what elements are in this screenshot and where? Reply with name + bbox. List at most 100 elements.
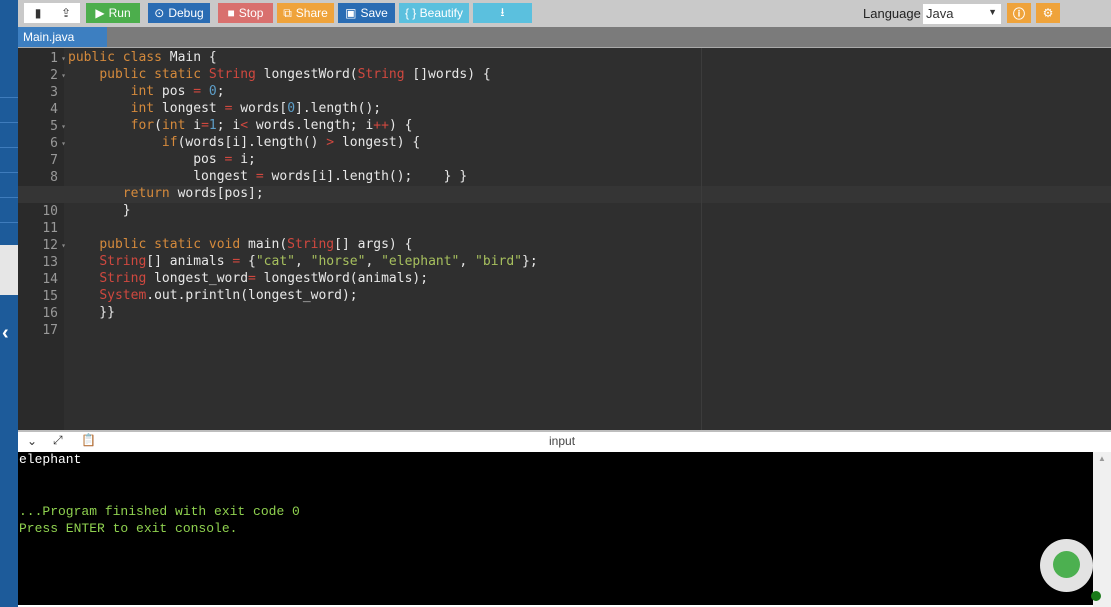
code-token-op: = [248,271,256,286]
line-number: 15 [42,289,58,304]
code-token-kw: if [161,135,178,150]
code-line[interactable]: return words[pos]; [68,186,264,203]
collapse-sidebar-chevron-icon[interactable]: ‹ [2,322,9,345]
code-line[interactable]: public static void main(String[] args) { [68,237,412,254]
settings-button[interactable]: ⚙ [1036,3,1060,23]
collapse-console-chevron-icon[interactable]: ⌄ [27,434,37,448]
code-token-pl: main( [240,237,288,252]
expand-icon[interactable]: ⤢ [53,433,63,448]
download-button[interactable]: ⭳ [473,3,532,23]
new-file-button[interactable]: ▮ [24,3,52,23]
share-button[interactable]: ⧉ Share [277,3,334,23]
line-number: 11 [42,221,58,236]
line-number: 8 [50,170,58,185]
code-token-kw: public static void [99,237,241,252]
download-icon: ⭳ [500,4,505,19]
code-token-op: = [193,84,202,99]
line-number: 12 ▾ [42,238,66,253]
code-line[interactable]: longest = words[i].length(); } } [68,169,467,186]
line-number: 16 [42,306,58,321]
code-token-pl: longest [154,101,225,116]
exit-status: ...Program finished with exit code 0 [19,504,300,519]
code-token-pl: i; [232,152,256,167]
code-token-kw: public class [68,50,170,65]
line-number: 14 [42,272,58,287]
code-token-num: 0 [287,101,296,116]
code-token-kw: for [130,118,155,133]
run-button[interactable]: ▶ Run [86,3,140,23]
code-line[interactable]: }} [68,305,115,322]
code-token-str: "horse" [310,254,366,269]
code-token-ty: String [357,67,405,82]
code-token-pl: Main { [169,50,217,65]
code-token-pl: [] animals [146,254,233,269]
stop-button[interactable]: ■ Stop [218,3,273,23]
fold-arrow-icon[interactable]: ▾ [61,118,66,135]
code-line[interactable]: System.out.println(longest_word); [68,288,357,305]
debug-icon: ⊙ [154,6,165,20]
share-icon: ⧉ [283,5,292,20]
code-token-pl: ; i [216,118,241,133]
code-token-pl: ( [154,118,162,133]
console-scrollbar[interactable]: ▲ [1093,452,1111,607]
input-label[interactable]: input [549,434,575,448]
info-button[interactable]: ⓘ [1007,3,1031,23]
tab-main-java[interactable]: Main.java [18,27,107,47]
fold-arrow-icon[interactable]: ▾ [61,135,66,152]
code-token-pl: ) { [388,118,413,133]
code-token-ty: String [208,67,256,82]
program-output: elephant [19,452,82,467]
beautify-button[interactable]: { } Beautify [399,3,469,23]
code-token-ty: String [99,254,147,269]
code-line[interactable]: public static String longestWord(String … [68,67,490,84]
line-number: 4 [50,102,58,117]
code-line[interactable]: String[] animals = {"cat", "horse", "ele… [68,254,537,271]
debug-button[interactable]: ⊙ Debug [148,3,210,23]
console-toolbar: ⌄ ⤢ 📋 input [18,430,1111,452]
fold-arrow-icon[interactable]: ▾ [61,50,66,67]
code-token-num: 1 [208,118,217,133]
clipboard-icon[interactable]: 📋 [81,433,96,447]
print-margin [701,48,702,430]
code-token-kw: int [130,101,155,116]
line-number: 1 ▾ [50,51,66,66]
line-number: 13 [42,255,58,270]
gear-icon: ⚙ [1042,6,1054,20]
chat-widget-button[interactable] [1040,539,1093,592]
upload-button[interactable]: ⇪ [52,3,80,23]
code-token-pl: words.length; i [248,118,374,133]
code-token-op: > [326,135,335,150]
code-token-ty: String [99,271,147,286]
console-output[interactable]: elephant ...Program finished with exit c… [18,452,1093,605]
code-line[interactable]: if(words[i].length() > longest) { [68,135,420,152]
save-button[interactable]: ▣ Save [338,3,395,23]
code-token-pl: words[ [232,101,288,116]
exit-prompt: Press ENTER to exit console. [19,521,238,536]
code-line[interactable]: public class Main { [68,50,217,67]
code-editor[interactable]: 1▾2▾345▾6▾789101112▾1314151617 public cl… [18,47,1111,430]
line-number: 6 ▾ [50,136,66,151]
code-token-pl: longestWord(animals); [255,271,429,286]
fold-arrow-icon[interactable]: ▾ [61,67,66,84]
code-token-pl: pos [68,152,225,167]
code-line[interactable]: pos = i; [68,152,256,169]
code-line[interactable]: for(int i=1; i< words.length; i++) { [68,118,413,135]
code-line[interactable]: int longest = words[0].length(); [68,101,381,118]
language-select[interactable]: Java ▼ [923,4,1001,24]
line-number: 2 ▾ [50,68,66,83]
code-token-pl: longestWord( [255,67,358,82]
code-token-pl: words[pos]; [169,186,264,201]
fold-arrow-icon[interactable]: ▾ [61,237,66,254]
code-token-pl: words[i].length(); } } [263,169,468,184]
dropdown-arrow-icon: ▼ [988,7,997,17]
code-line[interactable]: String longest_word= longestWord(animals… [68,271,428,288]
code-line[interactable]: int pos = 0; [68,84,225,101]
code-token-pl: { [240,254,256,269]
code-token-pl: , [295,254,311,269]
code-token-pl: longest [68,169,256,184]
line-number: 17 [42,323,58,338]
play-icon: ▶ [95,6,105,20]
code-line[interactable]: } [68,203,131,220]
